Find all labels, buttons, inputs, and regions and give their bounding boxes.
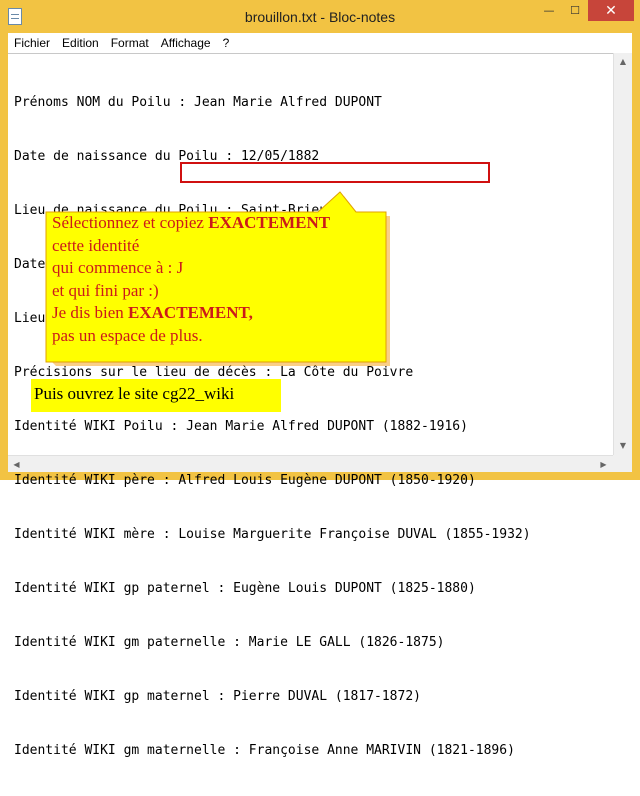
- text-line: Identité WIKI père : Alfred Louis Eugène…: [14, 473, 476, 488]
- horizontal-scrollbar[interactable]: ◀ ▶: [8, 455, 613, 472]
- menu-bar: Fichier Edition Format Affichage ?: [8, 33, 632, 53]
- menu-format[interactable]: Format: [105, 36, 155, 50]
- identity-highlight-box: [180, 162, 490, 183]
- text-line: Prénoms NOM du Poilu : Jean Marie Alfred…: [14, 95, 382, 110]
- text-line: Identité WIKI gm maternelle : Françoise …: [14, 743, 515, 758]
- scroll-up-arrow-icon[interactable]: ▲: [614, 53, 632, 70]
- scroll-left-arrow-icon[interactable]: ◀: [8, 456, 25, 472]
- menu-fichier[interactable]: Fichier: [8, 36, 56, 50]
- menu-affichage[interactable]: Affichage: [155, 36, 217, 50]
- close-button[interactable]: ✕: [588, 0, 634, 21]
- vertical-scrollbar[interactable]: ▲ ▼: [613, 53, 632, 455]
- scroll-right-arrow-icon[interactable]: ▶: [595, 456, 612, 472]
- next-step-note: Puis ouvrez le site cg22_wiki: [31, 379, 281, 412]
- text-line: Identité WIKI mère : Louise Marguerite F…: [14, 527, 531, 542]
- scroll-down-arrow-icon[interactable]: ▼: [614, 437, 632, 454]
- resize-grip[interactable]: [613, 455, 632, 472]
- text-line: Identité WIKI gp maternel : Pierre DUVAL…: [14, 689, 421, 704]
- menu-help[interactable]: ?: [217, 36, 236, 50]
- text-line: Lieu de décès du Poilu : Verdun: [14, 311, 257, 326]
- maximize-button[interactable]: ☐: [562, 0, 588, 21]
- text-line-highlighted: Identité WIKI Poilu : Jean Marie Alfred …: [14, 419, 468, 434]
- title-bar[interactable]: brouillon.txt - Bloc-notes — ☐ ✕: [0, 0, 640, 33]
- menu-edition[interactable]: Edition: [56, 36, 105, 50]
- text-line: Date de décès du Poilu : 25/06/1916: [14, 257, 288, 272]
- text-line: Lieu de naissance du Poilu : Saint-Brieu…: [14, 203, 335, 218]
- text-line: Identité WIKI gp paternel : Eugène Louis…: [14, 581, 476, 596]
- next-step-text: Puis ouvrez le site cg22_wiki: [34, 384, 235, 403]
- minimize-button[interactable]: —: [536, 0, 562, 21]
- text-line: Identité WIKI gm paternelle : Marie LE G…: [14, 635, 445, 650]
- window-controls: — ☐ ✕: [536, 0, 634, 22]
